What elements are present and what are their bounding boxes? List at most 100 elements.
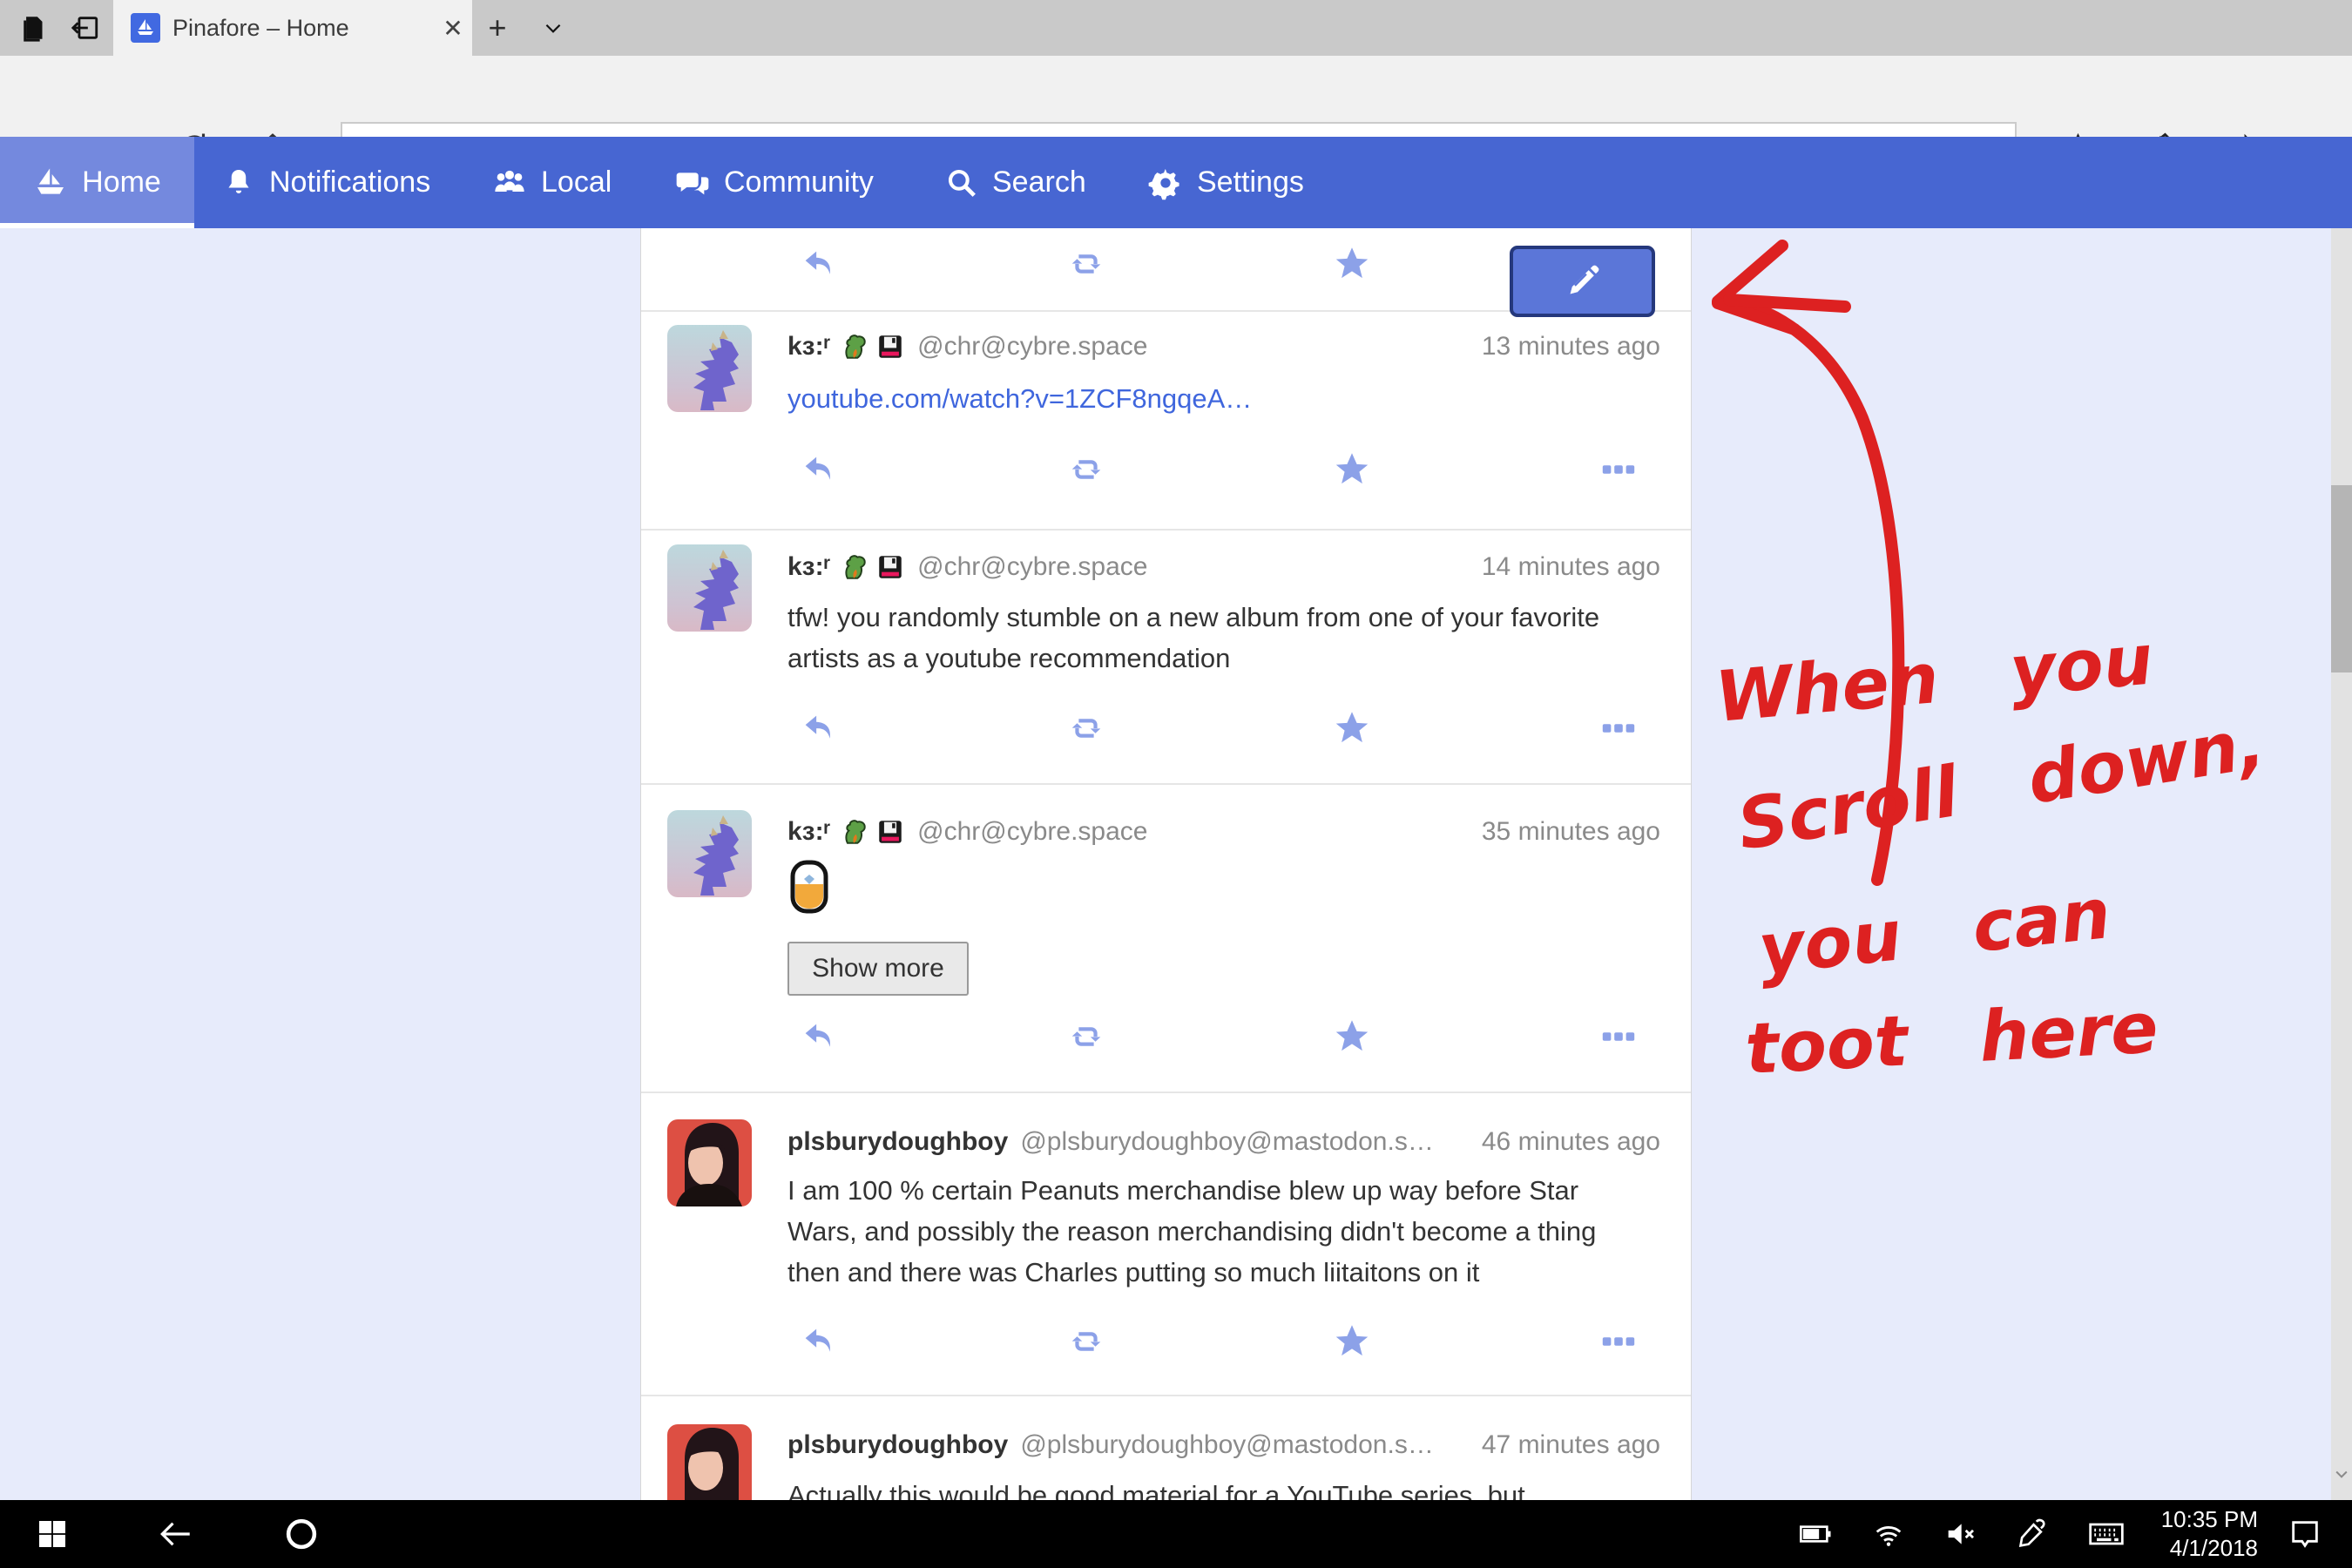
tab-list-chevron-icon[interactable] bbox=[533, 9, 573, 47]
more-options-icon[interactable] bbox=[1598, 708, 1639, 748]
username-emojis bbox=[839, 552, 905, 582]
nav-item-home[interactable]: Home bbox=[0, 137, 194, 228]
toot-header: kз:ʳ @chr@cybre.space bbox=[787, 550, 1148, 585]
toot: kз:ʳ @chr@cybre.space 35 minutes ago Sho… bbox=[641, 785, 1691, 1092]
wifi-icon[interactable] bbox=[1864, 1500, 1913, 1568]
avatar[interactable] bbox=[667, 325, 752, 412]
avatar[interactable] bbox=[667, 544, 752, 632]
set-aside-tabs-icon[interactable] bbox=[16, 9, 54, 47]
main-nav: Home Notifications Local Community Searc… bbox=[0, 137, 2352, 228]
clock-date: 4/1/2018 bbox=[2170, 1534, 2258, 1563]
nav-label: Community bbox=[724, 166, 874, 199]
sailboat-icon bbox=[33, 166, 68, 200]
reply-icon[interactable] bbox=[799, 1017, 839, 1057]
browser-tab-bar: Pinafore – Home ✕ + bbox=[0, 0, 2352, 56]
boost-icon[interactable] bbox=[1066, 244, 1106, 284]
floppy-disk-emoji bbox=[875, 552, 905, 582]
nav-item-settings[interactable]: Settings bbox=[1148, 137, 1304, 228]
bell-icon bbox=[222, 166, 255, 199]
toot: plsburydoughboy @plsburydoughboy@mastodo… bbox=[641, 1396, 1691, 1500]
toot: kз:ʳ @chr@cybre.space 14 minutes ago tfw… bbox=[641, 531, 1691, 783]
show-more-button[interactable]: Show more bbox=[787, 942, 969, 996]
reply-icon[interactable] bbox=[799, 244, 839, 284]
scrollbar[interactable] bbox=[2331, 228, 2352, 1500]
tab-close-icon[interactable]: ✕ bbox=[434, 9, 472, 47]
toot-timestamp[interactable]: 46 minutes ago bbox=[1482, 1125, 1660, 1159]
avatar[interactable] bbox=[667, 810, 752, 897]
toot: plsburydoughboy @plsburydoughboy@mastodo… bbox=[641, 1093, 1691, 1395]
reply-icon[interactable] bbox=[799, 1321, 839, 1362]
start-button[interactable] bbox=[26, 1500, 78, 1568]
reply-icon[interactable] bbox=[799, 449, 839, 490]
toot-username[interactable]: kз:ʳ bbox=[787, 332, 830, 362]
timeline: kз:ʳ @chr@cybre.space 13 minutes ago you… bbox=[640, 228, 1692, 1500]
pinafore-favicon bbox=[131, 13, 160, 43]
pen-icon[interactable] bbox=[2007, 1500, 2056, 1568]
boost-icon[interactable] bbox=[1066, 1017, 1106, 1057]
toot-timestamp[interactable]: 47 minutes ago bbox=[1482, 1428, 1660, 1463]
username-emojis bbox=[839, 332, 905, 362]
new-tab-icon[interactable]: + bbox=[477, 9, 517, 47]
boost-icon[interactable] bbox=[1066, 449, 1106, 490]
toot-username[interactable]: kз:ʳ bbox=[787, 817, 830, 847]
favorite-star-icon[interactable] bbox=[1332, 708, 1372, 748]
nav-label: Local bbox=[541, 166, 612, 199]
toot-link[interactable]: youtube.com/watch?v=1ZCF8ngqeA… bbox=[787, 378, 1659, 419]
floppy-disk-emoji bbox=[875, 332, 905, 362]
nav-label: Search bbox=[992, 166, 1086, 199]
touch-keyboard-icon[interactable] bbox=[2078, 1500, 2134, 1568]
more-options-icon[interactable] bbox=[1598, 449, 1639, 490]
toot-header: kз:ʳ @chr@cybre.space bbox=[787, 329, 1148, 364]
toot-text: I am 100 % certain Peanuts merchandise b… bbox=[787, 1170, 1654, 1293]
scrollbar-thumb[interactable] bbox=[2331, 485, 2352, 672]
address-bar-row: https://dev.pinafore.social/ bbox=[0, 56, 2352, 137]
toot-timestamp[interactable]: 35 minutes ago bbox=[1482, 814, 1660, 849]
battery-icon[interactable] bbox=[1791, 1500, 1840, 1568]
more-options-icon[interactable] bbox=[1598, 1017, 1639, 1057]
scroll-down-chevron-icon[interactable] bbox=[2333, 1465, 2350, 1483]
toot-username[interactable]: plsburydoughboy bbox=[787, 1127, 1008, 1157]
avatar[interactable] bbox=[667, 1119, 752, 1206]
tab-title: Pinafore – Home bbox=[172, 15, 434, 42]
toot-timestamp[interactable]: 14 minutes ago bbox=[1482, 550, 1660, 585]
toot-username[interactable]: kз:ʳ bbox=[787, 552, 830, 582]
taskbar-clock[interactable]: 10:35 PM 4/1/2018 bbox=[2145, 1500, 2258, 1568]
favorite-star-icon[interactable] bbox=[1332, 1017, 1372, 1057]
dragon-emoji bbox=[839, 552, 868, 582]
boost-icon[interactable] bbox=[1066, 708, 1106, 748]
taskbar: 10:35 PM 4/1/2018 bbox=[0, 1500, 2352, 1568]
compose-toot-button[interactable] bbox=[1510, 246, 1655, 317]
toot: kз:ʳ @chr@cybre.space 13 minutes ago you… bbox=[641, 312, 1691, 529]
nav-item-local[interactable]: Local bbox=[492, 137, 612, 228]
nav-item-community[interactable]: Community bbox=[675, 137, 874, 228]
toot-username[interactable]: plsburydoughboy bbox=[787, 1430, 1008, 1460]
username-emojis bbox=[839, 817, 905, 847]
toot-timestamp[interactable]: 13 minutes ago bbox=[1482, 329, 1660, 364]
toot-handle[interactable]: @chr@cybre.space bbox=[917, 817, 1147, 847]
gear-icon bbox=[1148, 166, 1183, 200]
favorite-star-icon[interactable] bbox=[1332, 449, 1372, 490]
toot-handle[interactable]: @chr@cybre.space bbox=[917, 552, 1147, 582]
search-icon bbox=[945, 166, 978, 199]
toot-text: Actually this would be good material for… bbox=[787, 1475, 1654, 1500]
taskbar-back-button[interactable] bbox=[150, 1500, 202, 1568]
nav-label: Settings bbox=[1197, 166, 1304, 199]
toot-handle[interactable]: @plsburydoughboy@mastodon.s… bbox=[1020, 1430, 1434, 1460]
more-options-icon[interactable] bbox=[1598, 1321, 1639, 1362]
volume-muted-icon[interactable] bbox=[1936, 1500, 1984, 1568]
avatar[interactable] bbox=[667, 1424, 752, 1500]
action-center-icon[interactable] bbox=[2279, 1500, 2331, 1568]
boost-icon[interactable] bbox=[1066, 1321, 1106, 1362]
tab-preview-icon[interactable] bbox=[66, 9, 105, 47]
screen: Pinafore – Home ✕ + https://dev.pinafore… bbox=[0, 0, 2352, 1568]
nav-item-search[interactable]: Search bbox=[945, 137, 1086, 228]
browser-tab[interactable]: Pinafore – Home ✕ bbox=[113, 0, 472, 56]
toot-handle[interactable]: @chr@cybre.space bbox=[917, 332, 1147, 362]
favorite-star-icon[interactable] bbox=[1332, 244, 1372, 284]
nav-item-notifications[interactable]: Notifications bbox=[222, 137, 430, 228]
favorite-star-icon[interactable] bbox=[1332, 1321, 1372, 1362]
reply-icon[interactable] bbox=[799, 708, 839, 748]
toot-handle[interactable]: @plsburydoughboy@mastodon.s… bbox=[1020, 1127, 1434, 1157]
drink-glass-emoji bbox=[789, 860, 829, 914]
cortana-button[interactable] bbox=[275, 1500, 328, 1568]
